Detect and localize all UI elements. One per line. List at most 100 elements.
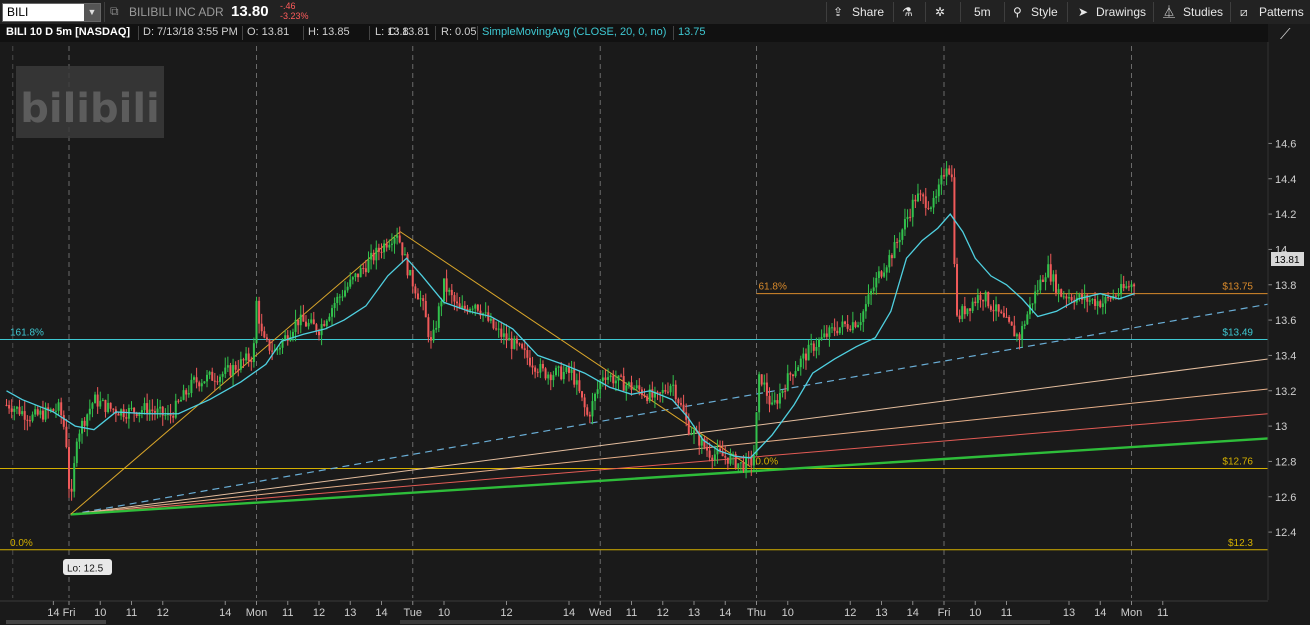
candle-body [1088, 300, 1091, 302]
style-icon[interactable]: ⚲ [1013, 3, 1022, 21]
candle-body [536, 371, 539, 373]
candle-body [21, 411, 24, 415]
link-icon[interactable]: ⧉ [110, 4, 119, 19]
candle-body [198, 382, 201, 387]
candle-body [419, 298, 422, 300]
candle-body [41, 410, 44, 420]
candle-body [1000, 311, 1003, 314]
study-label[interactable]: SimpleMovingAvg (CLOSE, 20, 0, no) [482, 26, 666, 38]
gear-icon[interactable]: ✲ [935, 3, 945, 21]
chevron-down-icon[interactable]: ▼ [84, 4, 100, 21]
candle-body [1133, 284, 1136, 287]
flask-icon[interactable]: ⚗ [902, 3, 913, 21]
svg-text:bilibili: bilibili [20, 86, 160, 132]
candle-body [185, 390, 188, 395]
price-tick-label: 13.6 [1275, 315, 1296, 327]
header-divider [138, 26, 139, 40]
candle-body [627, 382, 630, 386]
candle-body [375, 247, 378, 261]
candle-body [854, 322, 857, 328]
candle-body [846, 323, 849, 329]
candle-body [341, 296, 344, 298]
patterns-icon[interactable]: ⧄ [1240, 3, 1248, 21]
candle-body [174, 400, 177, 418]
candle-body [1104, 297, 1107, 304]
cursor-icon[interactable]: ➤ [1078, 3, 1088, 21]
time-tick-label: 11 [1157, 607, 1168, 619]
header-divider [673, 26, 674, 40]
candle-body [463, 305, 466, 309]
top-toolbar: BILI ▼ ⧉ BILIBILI INC ADR 13.80 -.46 -3.… [0, 0, 1310, 25]
candle-body [456, 301, 459, 304]
candle-body [1125, 286, 1128, 289]
candle-body [1018, 334, 1021, 340]
bar-range: R: 0.05 [441, 26, 477, 38]
candle-body [807, 344, 810, 361]
candle-body [367, 259, 370, 273]
candle-body [325, 320, 328, 326]
toolbar-divider [925, 2, 926, 22]
studies-icon[interactable]: ⏅ [1163, 3, 1175, 21]
low-price-label: Lo: 12.5 [63, 559, 112, 575]
candle-body [570, 369, 573, 373]
share-icon[interactable]: ⇪ [833, 3, 843, 21]
candle-body [513, 338, 516, 349]
horizontal-scrollbar [6, 620, 106, 624]
candle-body [901, 229, 904, 240]
bar-date: D: 7/13/18 3:55 PM [143, 26, 238, 38]
studies-button[interactable]: Studies [1183, 3, 1223, 21]
candle-body [825, 333, 828, 337]
candle-body [510, 338, 513, 349]
drawings-button[interactable]: Drawings [1096, 3, 1146, 21]
candle-body [745, 456, 748, 471]
candle-body [625, 385, 628, 391]
patterns-button[interactable]: Patterns [1259, 3, 1304, 21]
candle-body [60, 402, 63, 416]
candle-body [604, 377, 607, 380]
candle-body [661, 389, 664, 394]
trendline-icon[interactable]: ⟋ [1280, 26, 1291, 43]
candle-body [271, 350, 274, 352]
price-level-value: $13.75 [1222, 282, 1253, 293]
candle-body [302, 314, 305, 322]
price-chart[interactable]: bilibili 161.8% $13.49 61.8% $13.75 0.0% $12.… [0, 42, 1310, 625]
candle-body [870, 290, 873, 295]
candle-body [526, 350, 529, 358]
last-price: 13.80 [231, 3, 269, 20]
candle-body [666, 391, 669, 393]
candle-body [328, 316, 331, 321]
candle-body [312, 319, 315, 325]
time-tick-label: 11 [626, 607, 637, 619]
share-button[interactable]: Share [852, 3, 884, 21]
candle-body [591, 401, 594, 417]
candle-body [211, 371, 214, 381]
interval-selector[interactable]: 5m [974, 3, 991, 21]
candle-body [68, 447, 70, 489]
candle-body [565, 367, 568, 372]
candle-body [401, 242, 404, 256]
time-tick-label: 10 [94, 607, 106, 619]
candle-body [831, 327, 834, 329]
style-button[interactable]: Style [1031, 3, 1058, 21]
candle-body [914, 199, 917, 202]
candle-body [86, 414, 89, 426]
candle-body [987, 292, 990, 307]
candle-body [607, 377, 610, 380]
candle-body [143, 403, 146, 411]
toolbar-divider [893, 2, 894, 22]
candle-body [216, 381, 219, 383]
candle-body [713, 454, 716, 461]
candle-body [107, 402, 110, 412]
candle-body [823, 333, 826, 338]
price-level-percent: 61.8% [759, 282, 787, 293]
candle-body [656, 391, 659, 393]
symbol-selector[interactable]: BILI ▼ [2, 3, 101, 22]
candle-body [643, 395, 646, 397]
candle-body [789, 373, 792, 375]
candle-body [862, 311, 865, 323]
candle-body [1031, 303, 1034, 305]
candle-body [659, 392, 662, 394]
candle-body [1062, 296, 1065, 298]
candle-body [849, 328, 852, 331]
candle-body [916, 193, 919, 202]
